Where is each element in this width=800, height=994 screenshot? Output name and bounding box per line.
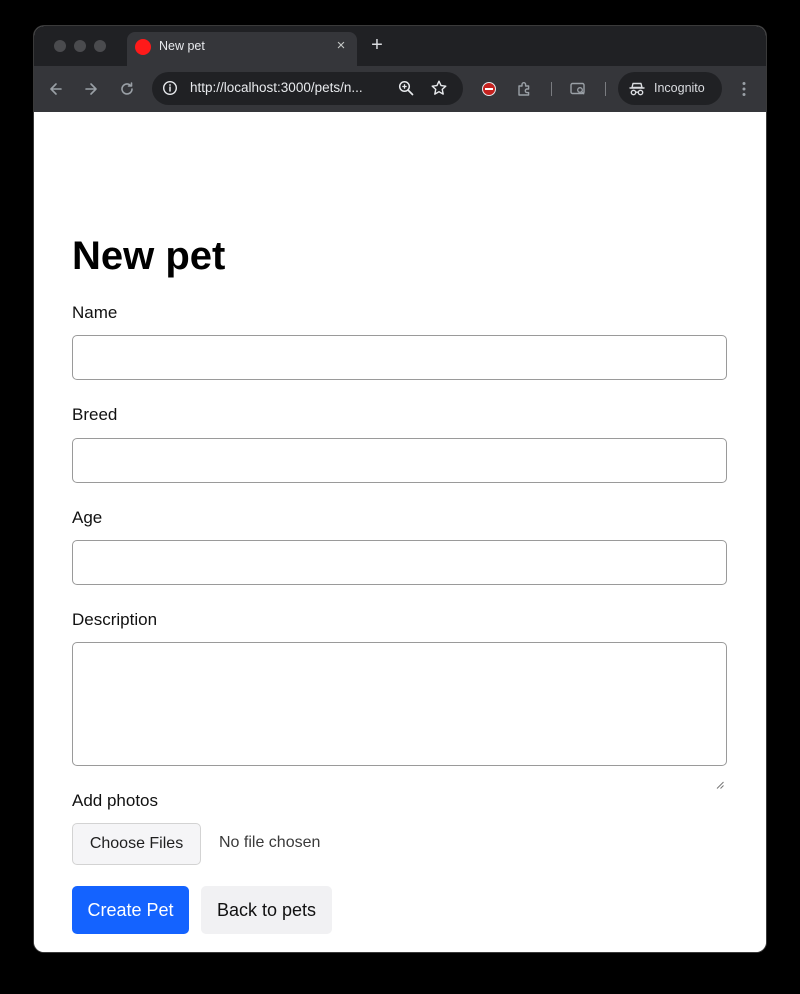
browser-window: New pet × + http://localhost:3000/pets/n…	[34, 26, 766, 952]
age-input[interactable]	[72, 540, 727, 585]
create-pet-button[interactable]: Create Pet	[72, 886, 189, 934]
tab-strip: New pet × +	[34, 26, 766, 66]
page-title: New pet	[72, 234, 226, 278]
add-photos-label: Add photos	[72, 791, 159, 810]
address-bar[interactable]: http://localhost:3000/pets/n...	[152, 72, 463, 105]
incognito-label: Incognito	[654, 81, 705, 95]
age-label: Age	[72, 508, 103, 527]
page-content: New pet Name Breed Age Description Add p…	[34, 112, 766, 952]
browser-tab[interactable]: New pet ×	[127, 32, 357, 66]
blocker-extension-icon[interactable]	[479, 79, 499, 99]
tab-search-icon[interactable]	[568, 79, 588, 99]
toolbar-separator	[551, 82, 552, 96]
name-label: Name	[72, 303, 118, 322]
favicon-icon	[135, 39, 151, 55]
breed-input[interactable]	[72, 438, 727, 483]
choose-files-button[interactable]: Choose Files	[72, 823, 201, 865]
name-input[interactable]	[72, 335, 727, 380]
incognito-icon	[628, 80, 646, 98]
forward-icon[interactable]	[80, 78, 102, 100]
description-textarea[interactable]	[72, 642, 727, 766]
new-tab-icon[interactable]: +	[368, 34, 386, 56]
browser-toolbar: http://localhost:3000/pets/n... Incognit…	[34, 66, 766, 112]
bookmark-star-icon[interactable]	[430, 79, 448, 97]
back-to-pets-button[interactable]: Back to pets	[201, 886, 332, 934]
file-status-text: No file chosen	[219, 834, 321, 851]
description-label: Description	[72, 610, 158, 629]
reload-icon[interactable]	[116, 78, 138, 100]
close-tab-icon[interactable]: ×	[333, 37, 349, 55]
extensions-puzzle-icon[interactable]	[515, 79, 535, 99]
back-icon[interactable]	[45, 78, 67, 100]
browser-menu-icon[interactable]	[737, 79, 751, 99]
site-info-icon[interactable]	[162, 80, 178, 96]
close-window-icon[interactable]	[54, 40, 66, 52]
maximize-window-icon[interactable]	[94, 40, 106, 52]
breed-label: Breed	[72, 405, 118, 424]
minimize-window-icon[interactable]	[74, 40, 86, 52]
zoom-icon[interactable]	[398, 80, 414, 96]
url-text: http://localhost:3000/pets/n...	[190, 80, 363, 95]
resize-handle-icon[interactable]	[716, 776, 724, 789]
incognito-profile-button[interactable]: Incognito	[618, 72, 722, 105]
tab-title: New pet	[159, 39, 205, 53]
toolbar-separator	[605, 82, 606, 96]
